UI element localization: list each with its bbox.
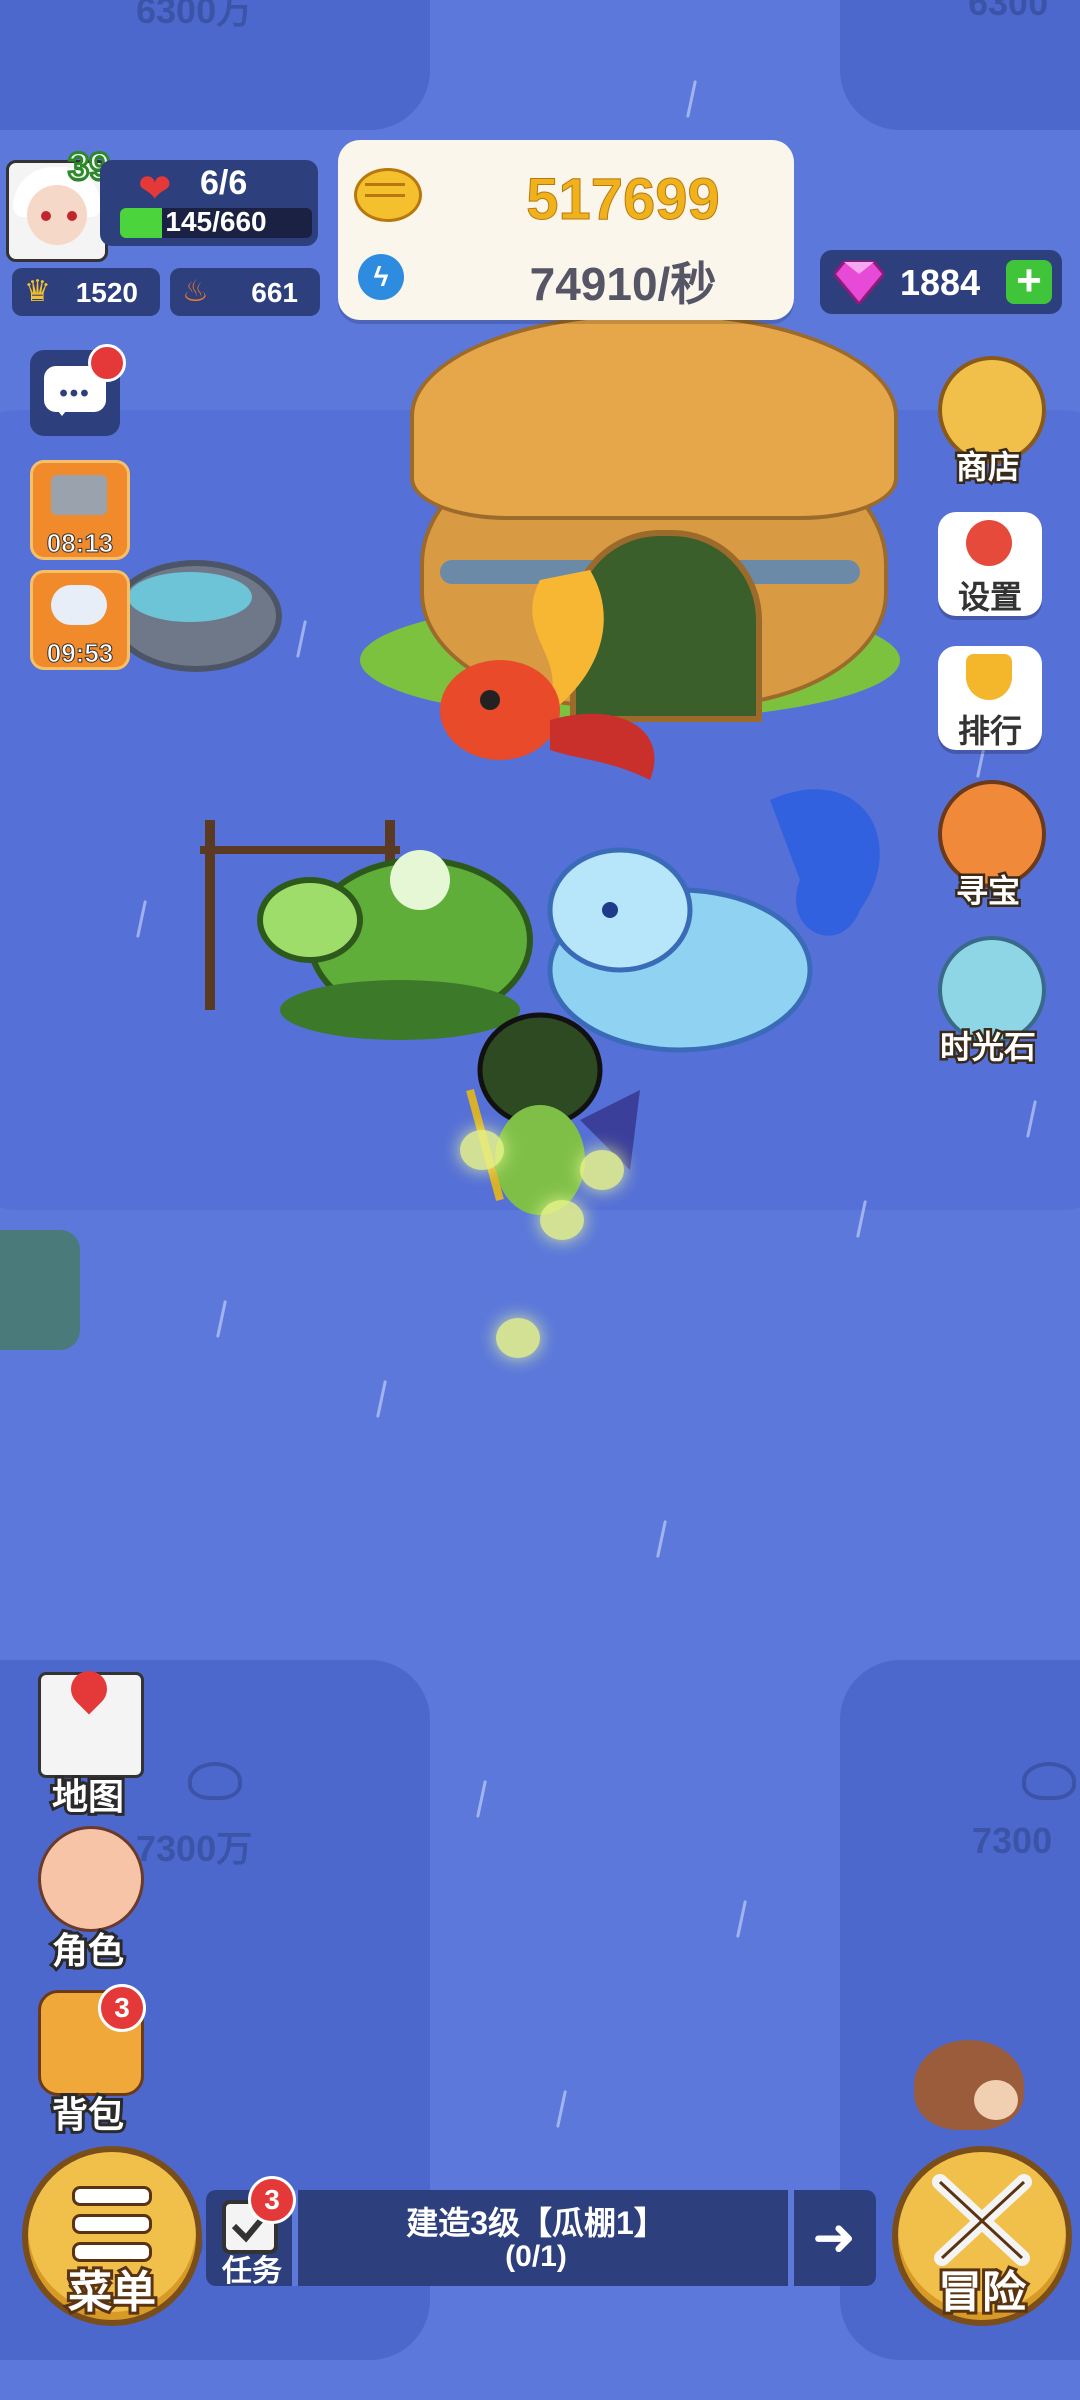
time-stone-label: 时光石 [937,1027,1038,1068]
character-face-icon [38,1826,144,1932]
firefly-sparkle [496,1318,540,1358]
rain-drop [656,1520,667,1558]
task-progress: (0/1) [505,2240,567,2273]
plot-price-bottom-left: 7300万 [136,1828,253,1869]
plot-price-bottom-right: 7300 [972,1820,1053,1861]
crown-value: 1520 [75,277,138,308]
rain-drop [376,1380,387,1418]
map-icon [38,1663,144,1778]
hammer-icon [51,475,107,515]
shop-label: 商店 [953,447,1022,488]
task-title: 建造3级【瓜棚1】 [406,2205,666,2241]
weather-timer: 09:53 [46,638,114,669]
upgrade-timer-button[interactable]: 08:13 [30,460,130,560]
map-button[interactable]: 地图 [28,1663,148,1820]
character-button[interactable]: 角色 [28,1826,148,1974]
plot-lock-icon [188,1762,242,1800]
trophy-icon [966,654,1012,700]
weather-timer-button[interactable]: 09:53 [30,570,130,670]
settings-label: 设置 [957,579,1022,615]
hut-roof [410,312,898,520]
fire-icon: ♨ [182,275,209,308]
backpack-label: 背包 [49,2091,127,2138]
game-map[interactable]: 6300万 6300 7300万 7300 0 0 [0,0,1080,2400]
task-badge: 3 [248,2176,296,2224]
task-label: 任务 [222,2255,282,2288]
gold-coin-icon [354,168,422,222]
avatar-eye [41,211,51,221]
fire-stat: ♨ 661 [170,268,320,316]
gem-value: 1884 [900,262,981,303]
ranking-button[interactable]: 排行 [930,646,1046,756]
gem-counter: 1884 + [820,250,1062,314]
plot-price-top-right: 6300 [968,0,1049,23]
firefly-sparkle [460,1130,504,1170]
map-pin-icon [63,1663,115,1715]
hp-value: 6/6 [200,164,248,202]
shop-button[interactable]: 商店 [930,356,1046,496]
task-bar[interactable]: 任务 建造3级【瓜棚1】 (0/1) ➜ [206,2190,876,2288]
treasure-label: 寻宝 [953,871,1022,912]
crown-stat: ♛ 1520 [12,268,160,316]
plot-lock-icon [1022,1762,1076,1800]
upgrade-timer: 08:13 [46,528,114,559]
rain-drop [556,2090,567,2128]
menu-button[interactable]: 菜单 [22,2146,202,2326]
firefly-sparkle [580,1150,624,1190]
ranking-label: 排行 [957,713,1022,749]
gem-icon [834,260,884,304]
task-go-arrow-icon[interactable]: ➜ [806,2210,862,2266]
hedgehog-pet[interactable] [914,2040,1024,2130]
menu-list-icon [72,2186,152,2262]
time-stone-button[interactable]: 时光石 [930,936,1046,1076]
treasure-button[interactable]: 寻宝 [930,780,1046,920]
rain-drop [216,1300,227,1338]
character-label: 角色 [49,1927,127,1974]
gold-value: 517699 [526,167,721,233]
chat-dots-icon: ••• [59,380,91,407]
adventure-label: 冒险 [935,2265,1029,2320]
flower-pot [0,1230,80,1350]
task-divider [788,2190,794,2286]
adventure-button[interactable]: 冒险 [892,2146,1072,2326]
rain-drop [476,1780,487,1818]
map-label: 地图 [49,1773,127,1820]
add-gems-button[interactable]: + [1006,259,1052,304]
rain-cloud-icon [51,585,107,625]
backpack-badge: 3 [98,1984,146,2032]
avatar-face [27,185,87,245]
firefly-sparkle [540,1200,584,1240]
avatar-eye [67,211,77,221]
rain-drop [686,80,697,118]
settings-button[interactable]: 设置 [930,512,1046,622]
plot-price-top-left: 6300万 [136,0,253,31]
menu-label: 菜单 [65,2265,159,2320]
rain-drop [736,1900,747,1938]
gear-icon [966,520,1012,566]
xp-value: 145/660 [165,206,267,237]
hero-character[interactable] [430,1000,650,1220]
chat-notification-dot [88,344,126,382]
well-water [128,572,252,622]
crown-icon: ♛ [24,275,51,308]
currency-panel: 517699 ϟ 74910/秒 [338,140,794,320]
income-rate: 74910/秒 [529,258,717,310]
fire-value: 661 [251,277,298,308]
lightning-icon: ϟ [358,254,404,300]
